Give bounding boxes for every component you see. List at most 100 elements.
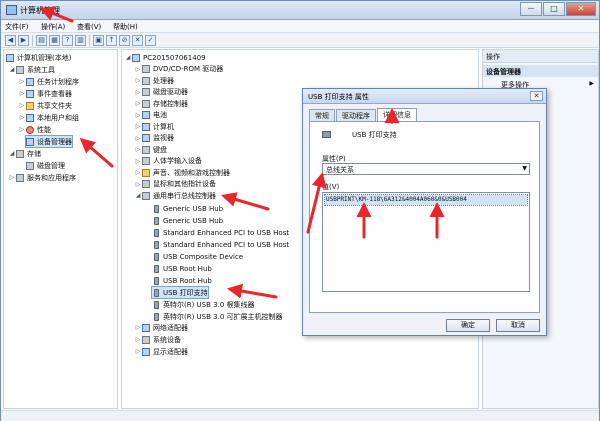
expand-icon[interactable]: ▷ <box>134 112 142 119</box>
tree-services[interactable]: ▷ 服务和应用程序 <box>8 172 76 183</box>
device-category[interactable]: ▷ 人体学输入设备 <box>134 156 202 167</box>
usb-device[interactable]: 英特尔(R) USB 3.0 可扩展主机控制器 <box>152 311 283 322</box>
expand-icon[interactable]: ▷ <box>134 89 142 96</box>
usb-device-print-support[interactable]: USB 打印支持 <box>151 286 209 299</box>
device-category[interactable]: ▷ 网络适配器 <box>134 322 188 333</box>
expand-icon[interactable]: ▷ <box>18 126 26 133</box>
expand-icon[interactable]: ▷ <box>134 66 142 73</box>
tree-disk-management[interactable]: 磁盘管理 <box>26 160 65 171</box>
back-icon[interactable]: ◀ <box>5 35 16 46</box>
scan-hardware-icon[interactable]: ▣ <box>93 35 104 46</box>
device-tree-computer[interactable]: ◢ PC201507061409 <box>124 52 206 63</box>
expand-icon[interactable]: ▷ <box>134 348 142 355</box>
value-list[interactable]: USBPRINT\KM-118\6A312&4004A060&0&USB004 <box>322 192 530 292</box>
expand-icon[interactable]: ▷ <box>134 77 142 84</box>
uninstall-icon[interactable]: ✕ <box>132 35 143 46</box>
device-category-usb[interactable]: ◢ 通用串行总线控制器 <box>134 190 216 201</box>
device-category[interactable]: ▷ 显示适配器 <box>134 346 188 357</box>
usb-device-label: Generic USB Hub <box>163 216 224 225</box>
tree-root[interactable]: 计算机管理(本地) <box>6 52 71 63</box>
chevron-down-icon[interactable]: ▼ <box>522 165 527 172</box>
tab-details[interactable]: 详细信息 <box>377 108 417 121</box>
toolbar-separator <box>32 35 33 46</box>
more-actions-arrow-icon[interactable]: ▶ <box>589 80 594 87</box>
expand-icon[interactable]: ▷ <box>18 114 26 121</box>
computer-management-icon <box>6 5 17 15</box>
device-category[interactable]: ▷ 存储控制器 <box>134 98 188 109</box>
tree-local-users[interactable]: ▷ 本地用户和组 <box>18 112 79 123</box>
property-select[interactable]: 总线关系 ▼ <box>322 163 530 175</box>
device-category[interactable]: ▷ 电池 <box>134 110 167 121</box>
tree-storage[interactable]: ◢ 存储 <box>8 148 41 159</box>
collapse-icon[interactable]: ◢ <box>124 54 132 61</box>
expand-icon[interactable]: ▷ <box>134 100 142 107</box>
usb-device[interactable]: Generic USB Hub <box>152 203 223 214</box>
value-list-item[interactable]: USBPRINT\KM-118\6A312&4004A060&0&USB004 <box>324 194 528 206</box>
ok-button[interactable]: 确定 <box>446 319 490 332</box>
device-category[interactable]: ▷ 监视器 <box>134 133 174 144</box>
device-category[interactable]: ▷ 声音、视频和游戏控制器 <box>134 167 230 178</box>
tree-system-tools[interactable]: ◢ 系统工具 <box>8 64 55 75</box>
menu-view[interactable]: 查看(V) <box>77 22 101 32</box>
device-category[interactable]: ▷ 键盘 <box>134 144 167 155</box>
expand-icon[interactable]: ▷ <box>134 146 142 153</box>
expand-icon[interactable]: ▷ <box>18 102 26 109</box>
menu-action[interactable]: 操作(A) <box>41 22 65 32</box>
usb-device-label: 英特尔(R) USB 3.0 可扩展主机控制器 <box>163 312 283 321</box>
expand-icon[interactable]: ▷ <box>134 324 142 331</box>
device-category[interactable]: ▷ DVD/CD-ROM 驱动器 <box>134 64 223 75</box>
expand-icon[interactable]: ▷ <box>134 169 142 176</box>
expand-icon[interactable]: ▷ <box>18 90 26 97</box>
cancel-button[interactable]: 取消 <box>496 319 540 332</box>
usb-device[interactable]: USB Root Hub <box>152 275 212 286</box>
tree-event-viewer[interactable]: ▷ 事件查看器 <box>18 88 72 99</box>
usb-device[interactable]: Standard Enhanced PCI to USB Host <box>152 227 289 238</box>
expand-icon[interactable]: ▷ <box>134 336 142 343</box>
show-hide-icon[interactable]: ▥ <box>75 35 86 46</box>
device-category[interactable]: ▷ 计算机 <box>134 121 174 132</box>
enable-device-icon[interactable]: ✓ <box>145 35 156 46</box>
collapse-icon[interactable]: ◢ <box>8 150 16 157</box>
usb-device[interactable]: Standard Enhanced PCI to USB Host <box>152 239 289 250</box>
tab-general[interactable]: 常规 <box>309 109 335 121</box>
expand-icon[interactable]: ▷ <box>134 158 142 165</box>
help-icon[interactable]: ? <box>62 35 73 46</box>
tree-root-label: 计算机管理(本地) <box>17 53 72 62</box>
tree-device-manager[interactable]: 设备管理器 <box>25 135 73 148</box>
tree-performance[interactable]: ▷ 性能 <box>18 124 51 135</box>
console-tree-icon[interactable]: ▤ <box>36 35 47 46</box>
menu-help[interactable]: 帮助(H) <box>113 22 138 32</box>
tree-task-scheduler[interactable]: ▷ 任务计划程序 <box>18 76 79 87</box>
usb-device[interactable]: 英特尔(R) USB 3.0 根集线器 <box>152 299 255 310</box>
usb-device[interactable]: USB Composite Device <box>152 251 243 262</box>
disable-device-icon[interactable]: ⊘ <box>119 35 130 46</box>
menu-file[interactable]: 文件(F) <box>5 22 29 32</box>
monitor-icon <box>142 134 150 142</box>
update-driver-icon[interactable]: ↑ <box>106 35 117 46</box>
properties-icon[interactable]: ▦ <box>49 35 60 46</box>
device-category[interactable]: ▷ 系统设备 <box>134 334 181 345</box>
usb-plug-icon <box>154 300 159 309</box>
usb-device[interactable]: USB Root Hub <box>152 263 212 274</box>
dialog-close-button[interactable]: ✕ <box>530 91 543 101</box>
tree-shared-folders[interactable]: ▷ 共享文件夹 <box>18 100 72 111</box>
forward-icon[interactable]: ▶ <box>18 35 29 46</box>
expand-icon[interactable]: ▷ <box>134 123 142 130</box>
dvd-drive-icon <box>142 65 150 73</box>
close-button[interactable]: ✕ <box>566 2 596 16</box>
expand-icon[interactable]: ▷ <box>18 78 26 85</box>
collapse-icon[interactable]: ◢ <box>134 192 142 199</box>
minimize-button[interactable]: － <box>520 2 542 16</box>
device-category[interactable]: ▷ 鼠标和其他指针设备 <box>134 179 216 190</box>
expand-icon[interactable]: ▷ <box>8 174 16 181</box>
tree-task-scheduler-label: 任务计划程序 <box>37 77 79 86</box>
expand-icon[interactable]: ▷ <box>134 135 142 142</box>
expand-icon[interactable]: ▷ <box>134 181 142 188</box>
collapse-icon[interactable]: ◢ <box>8 66 16 73</box>
device-category[interactable]: ▷ 磁盘驱动器 <box>134 87 188 98</box>
maximize-button[interactable]: □ <box>543 2 565 16</box>
device-category[interactable]: ▷ 处理器 <box>134 75 174 86</box>
usb-device[interactable]: Generic USB Hub <box>152 215 223 226</box>
tab-driver[interactable]: 驱动程序 <box>336 109 376 121</box>
actions-section-device-manager[interactable]: 设备管理器 <box>483 65 598 77</box>
